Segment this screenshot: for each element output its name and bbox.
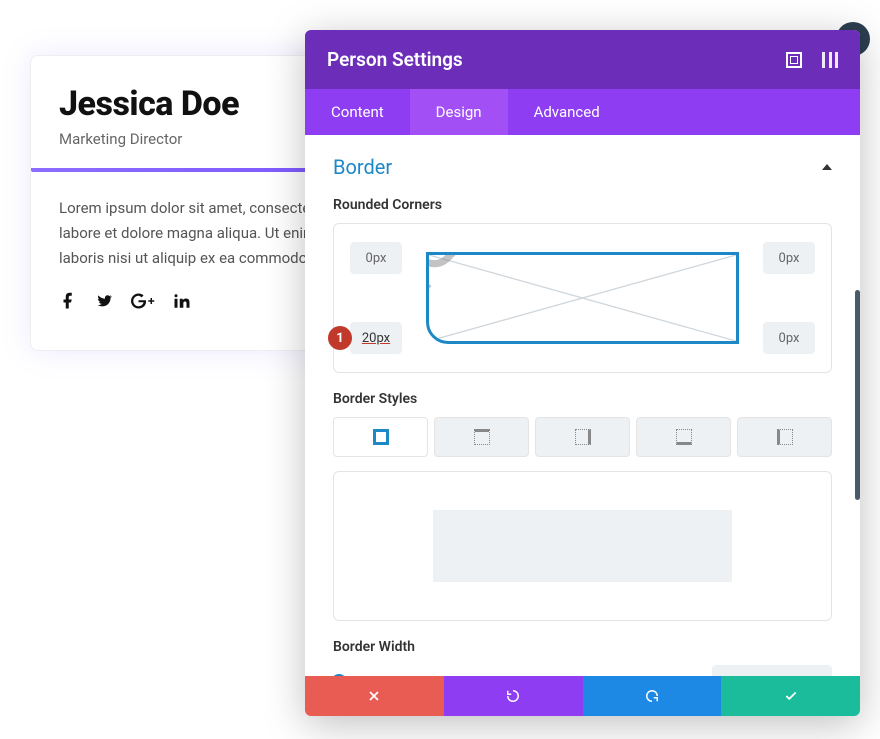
square-top-icon	[474, 429, 490, 445]
check-icon	[784, 689, 798, 703]
border-style-left[interactable]	[737, 417, 832, 457]
google-plus-icon[interactable]	[131, 292, 155, 310]
drag-handle-icon[interactable]	[822, 52, 838, 68]
border-width-label: Border Width	[333, 639, 832, 655]
tab-design[interactable]: Design	[410, 89, 508, 135]
border-width-input[interactable]: 0px	[712, 665, 832, 676]
border-styles-label: Border Styles	[333, 391, 832, 407]
tab-content[interactable]: Content	[305, 89, 410, 135]
square-left-icon	[777, 429, 793, 445]
border-style-preview-inner	[433, 510, 731, 581]
scrollbar-thumb[interactable]	[855, 290, 860, 500]
close-icon	[367, 689, 381, 703]
twitter-icon[interactable]	[95, 292, 113, 310]
border-style-right[interactable]	[535, 417, 630, 457]
border-style-preview	[333, 471, 832, 621]
slider-thumb[interactable]	[331, 674, 347, 676]
rounded-corners-control: 0px 0px 20px 0px 1	[333, 223, 832, 373]
corner-bottom-left-input[interactable]: 20px	[350, 322, 402, 354]
link-icon	[426, 252, 583, 298]
chevron-up-icon	[822, 164, 832, 170]
border-style-top[interactable]	[434, 417, 529, 457]
panel-title: Person Settings	[327, 48, 463, 71]
facebook-icon[interactable]	[59, 292, 77, 310]
panel-tabs: Content Design Advanced	[305, 89, 860, 135]
border-style-bottom[interactable]	[636, 417, 731, 457]
corner-top-right-input[interactable]: 0px	[763, 242, 815, 274]
section-border-toggle[interactable]: Border	[333, 155, 832, 179]
square-bottom-icon	[676, 429, 692, 445]
panel-header: Person Settings	[305, 30, 860, 89]
rounded-corners-label: Rounded Corners	[333, 197, 832, 213]
save-button[interactable]	[721, 676, 860, 716]
square-right-icon	[575, 429, 591, 445]
border-width-control: 0px	[333, 665, 832, 676]
corner-top-left-input[interactable]: 0px	[350, 242, 402, 274]
border-style-all[interactable]	[333, 417, 428, 457]
linkedin-icon[interactable]	[173, 292, 191, 310]
annotation-badge-1: 1	[328, 326, 352, 350]
panel-body: Border Rounded Corners 0px 0px 20px 0px …	[305, 135, 860, 676]
redo-button[interactable]	[583, 676, 722, 716]
panel-action-bar	[305, 676, 860, 716]
undo-button[interactable]	[444, 676, 583, 716]
section-border-title: Border	[333, 155, 392, 179]
corner-bottom-right-input[interactable]: 0px	[763, 322, 815, 354]
cancel-button[interactable]	[305, 676, 444, 716]
settings-panel: Person Settings Content Design Advanced …	[305, 30, 860, 716]
corners-preview[interactable]	[426, 252, 739, 344]
undo-icon	[506, 689, 520, 703]
border-style-buttons	[333, 417, 832, 457]
tab-advanced[interactable]: Advanced	[508, 89, 626, 135]
expand-icon[interactable]	[786, 52, 802, 68]
redo-icon	[645, 689, 659, 703]
square-all-icon	[373, 429, 389, 445]
